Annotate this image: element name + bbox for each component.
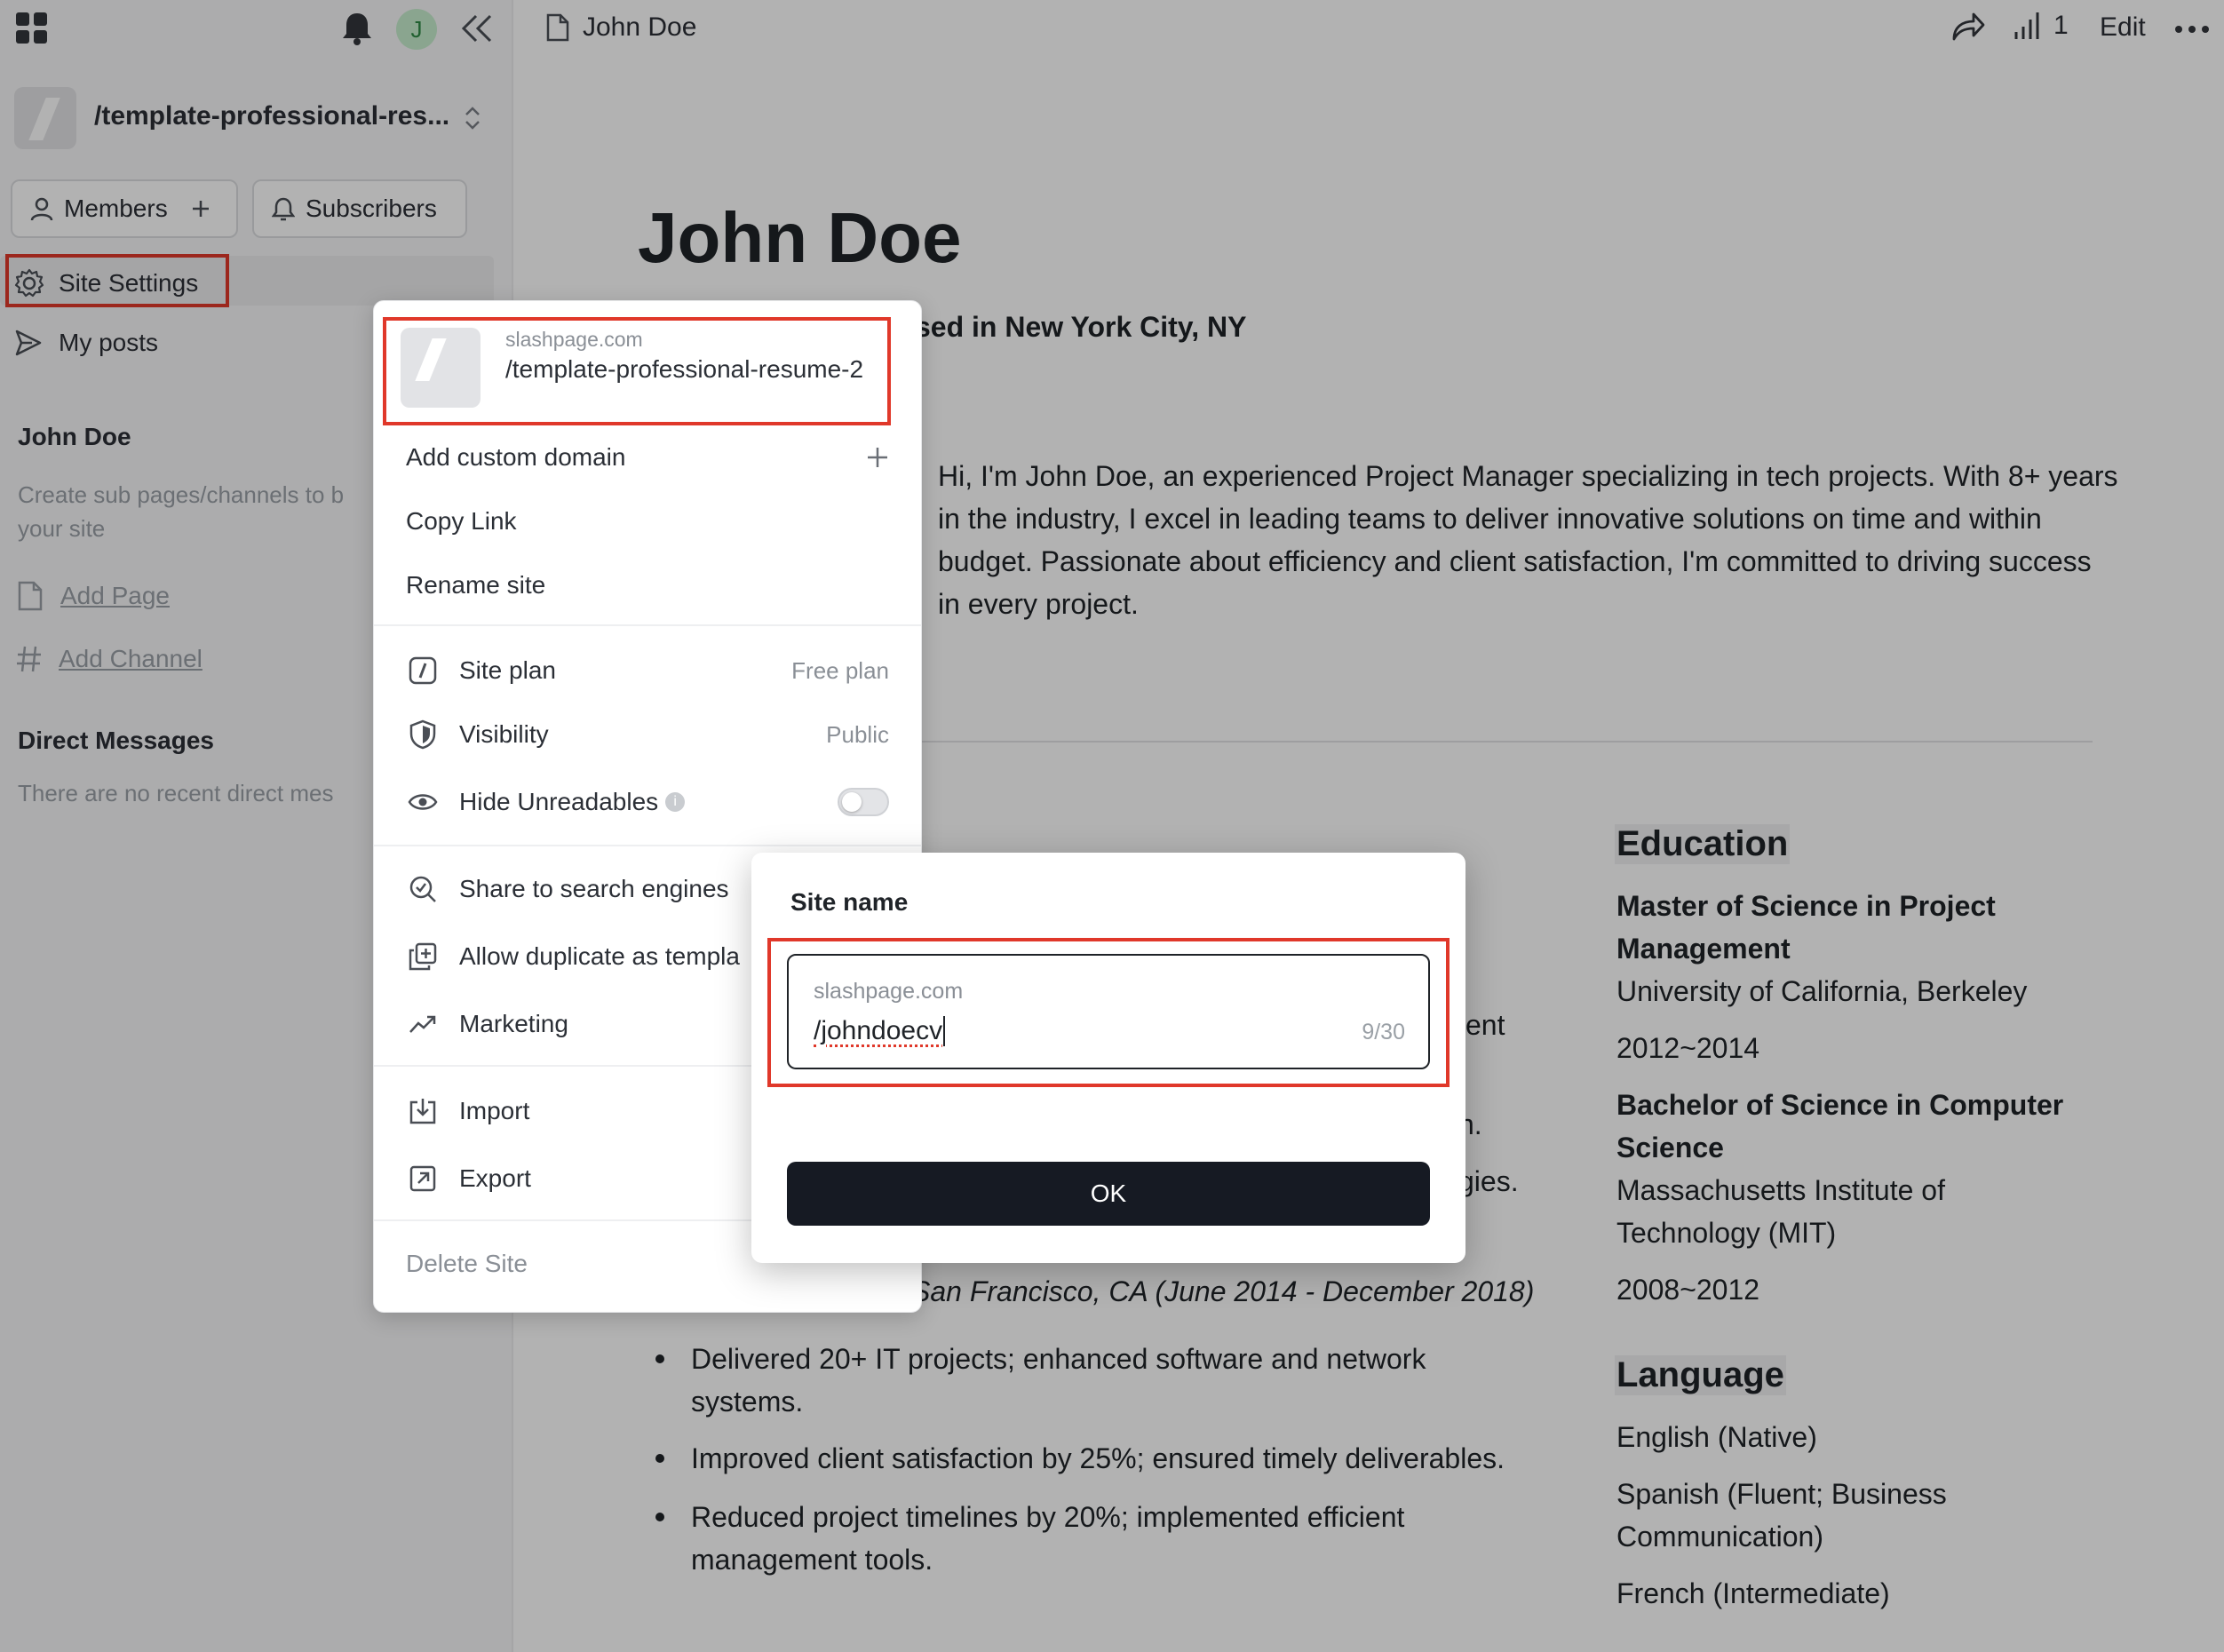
visibility-item[interactable]: Visibility Public: [406, 708, 889, 761]
site-plan-label: Site plan: [459, 656, 556, 684]
add-custom-domain-label: Add custom domain: [406, 443, 626, 471]
hide-unreadables-label: Hide Unreadables: [459, 788, 659, 815]
copy-link-label: Copy Link: [406, 507, 517, 535]
site-name-input-highlight: [767, 938, 1450, 1087]
plus-icon: [866, 446, 889, 469]
export-icon: [406, 1162, 440, 1195]
rename-site-label: Rename site: [406, 571, 546, 599]
site-plan-value: Free plan: [791, 656, 889, 684]
import-label: Import: [459, 1097, 530, 1124]
modal-backdrop[interactable]: [0, 0, 2224, 1652]
site-name-dialog: Site name slashpage.com /johndoecv 9/30 …: [751, 853, 1465, 1263]
menu-divider: [374, 845, 921, 846]
visibility-label: Visibility: [459, 720, 549, 748]
info-icon[interactable]: i: [665, 792, 686, 812]
visibility-value: Public: [826, 720, 889, 748]
export-label: Export: [459, 1164, 531, 1192]
site-path-highlight: [383, 317, 891, 425]
eye-icon: [406, 785, 440, 819]
toggle-knob: [842, 792, 862, 812]
slash-icon: [406, 654, 440, 687]
menu-divider: [374, 624, 921, 626]
ok-button[interactable]: OK: [787, 1162, 1430, 1226]
shield-icon: [406, 718, 440, 751]
hide-unreadables-item: Hide Unreadables i: [406, 775, 889, 829]
allow-duplicate-label: Allow duplicate as templa: [459, 942, 740, 970]
add-custom-domain-item[interactable]: Add custom domain: [406, 431, 889, 484]
trending-up-icon: [406, 1007, 440, 1041]
delete-site-label: Delete Site: [406, 1250, 528, 1277]
hide-unreadables-toggle[interactable]: [838, 788, 889, 816]
rename-site-item[interactable]: Rename site: [406, 559, 889, 612]
copy-link-item[interactable]: Copy Link: [406, 495, 889, 548]
dialog-title: Site name: [790, 888, 909, 916]
share-search-label: Share to search engines: [459, 875, 729, 902]
duplicate-icon: [406, 940, 440, 973]
marketing-label: Marketing: [459, 1010, 568, 1037]
site-plan-item[interactable]: Site plan Free plan: [406, 644, 889, 697]
import-icon: [406, 1094, 440, 1128]
search-check-icon: [406, 872, 440, 906]
